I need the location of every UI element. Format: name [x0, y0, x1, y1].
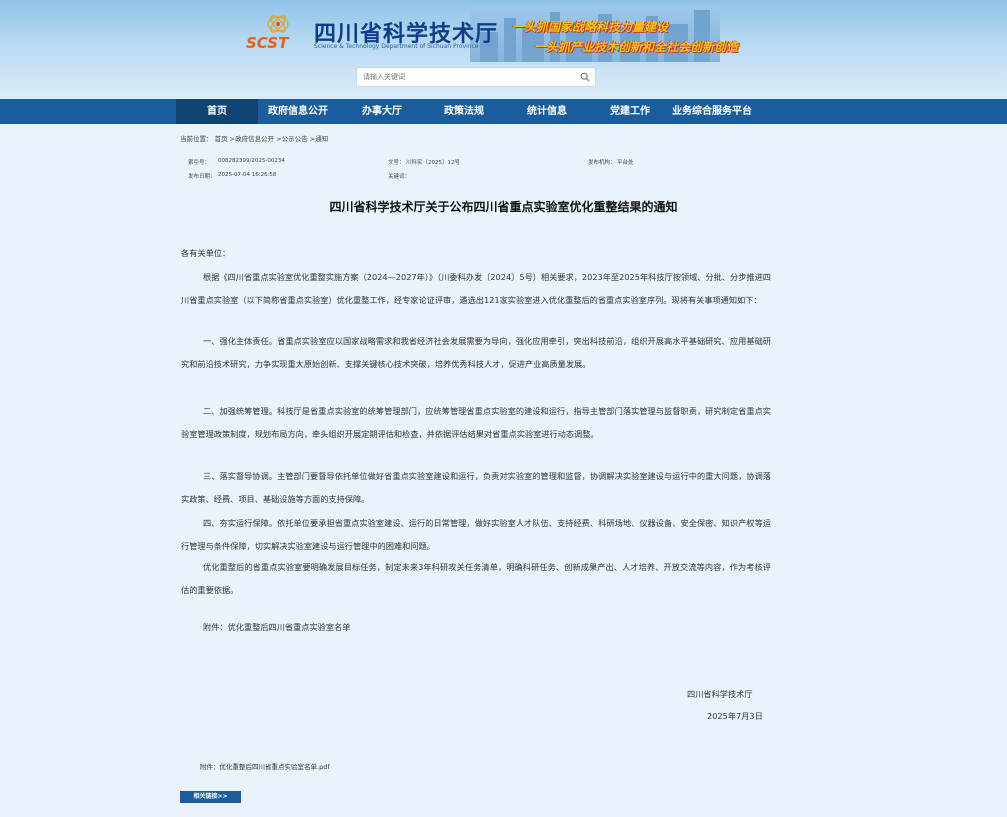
- paragraph-closing: 优化重整后的省重点实验室要明确发展目标任务，制定未来3年科研攻关任务清单，明确科…: [181, 562, 771, 596]
- header-banner: SCST 四川省科学技术厅 Science & Technology Depar…: [0, 0, 1007, 99]
- nav-item-business-platform[interactable]: 业务综合服务平台: [664, 99, 760, 124]
- paragraph-section-2: 二、加强统筹管理。科技厅是省重点实验室的统筹管理部门，应统筹管理省重点实验室的建…: [181, 406, 771, 440]
- publish-date-label: 发布日期：: [188, 174, 216, 180]
- related-links-button[interactable]: 相关链接>>: [180, 791, 241, 803]
- paragraph-intro: 根据《四川省重点实验室优化重整实施方案（2024—2027年）》（川委科办发〔2…: [181, 272, 771, 306]
- nav-item-party[interactable]: 党建工作: [589, 99, 671, 124]
- paragraph-section-4: 四、夯实运行保障。依托单位要承担省重点实验室建设、运行的日常管理，做好实验室人才…: [181, 518, 771, 552]
- doc-number-label: 文号：: [388, 160, 405, 166]
- breadcrumb-sep: >: [274, 135, 282, 143]
- breadcrumb-prefix: 当前位置：: [180, 135, 213, 143]
- main-nav: 首页 政府信息公开 办事大厅 政策法规 统计信息 党建工作 业务综合服务平台: [0, 99, 1007, 124]
- paragraph-section-3: 三、落实督导协调。主管部门要督导依托单位做好省重点实验室建设和运行，负责对实验室…: [181, 471, 771, 505]
- nav-item-policies[interactable]: 政策法规: [423, 99, 505, 124]
- article-title: 四川省科学技术厅关于公布四川省重点实验室优化重整结果的通知: [329, 200, 678, 214]
- signature-date: 2025年7月3日: [707, 711, 763, 721]
- nav-item-gov-info[interactable]: 政府信息公开: [257, 99, 339, 124]
- article-area: 当前位置： 首页 >政府信息公开 >公示公告 >通知 索引号： 00828239…: [0, 124, 1007, 817]
- breadcrumb: 当前位置： 首页 >政府信息公开 >公示公告 >通知: [180, 133, 328, 143]
- keywords-label: 关键词：: [388, 174, 411, 180]
- breadcrumb-sep: >: [227, 135, 236, 143]
- search-input[interactable]: [357, 68, 575, 86]
- breadcrumb-current[interactable]: 通知: [315, 135, 328, 143]
- search-box: [356, 67, 596, 87]
- paragraph-section-1: 一、强化主体责任。省重点实验室应以国家战略需求和我省经济社会发展需要为导向，强化…: [181, 336, 771, 370]
- scst-logo-icon[interactable]: SCST: [244, 10, 314, 52]
- breadcrumb-home[interactable]: 首页: [215, 135, 228, 143]
- index-value: 008282399/2025-00234: [218, 158, 285, 164]
- publisher-value: 平台处: [617, 160, 634, 166]
- publisher-label: 发布机构：: [588, 160, 616, 166]
- site-title-en: Science & Technology Department of Sichu…: [314, 43, 479, 50]
- index-label: 索引号：: [188, 160, 211, 166]
- publish-date-value: 2025-07-04 16:26:58: [218, 172, 277, 178]
- signature-org: 四川省科学技术厅: [687, 689, 753, 699]
- nav-item-home[interactable]: 首页: [176, 99, 258, 124]
- breadcrumb-notices[interactable]: 公示公告: [282, 135, 308, 143]
- attachment-pdf-link[interactable]: 附件：优化重整后四川省重点实验室名单.pdf: [200, 761, 330, 771]
- nav-item-statistics[interactable]: 统计信息: [506, 99, 588, 124]
- search-icon[interactable]: [580, 72, 590, 82]
- breadcrumb-gov-info[interactable]: 政府信息公开: [235, 135, 274, 143]
- doc-number-value: 川科实〔2025〕12号: [406, 160, 460, 166]
- nav-item-service-hall[interactable]: 办事大厅: [341, 99, 423, 124]
- attachment-note: 附件：优化重整后四川省重点实验室名单: [203, 622, 351, 632]
- salutation: 各有关单位：: [181, 248, 231, 258]
- logo-mark-text: SCST: [246, 34, 290, 52]
- slogan-line-1: 一头抓国家战略科技力量建设: [512, 20, 669, 34]
- slogan-line-2: 一头抓产业技术创新和全社会创新创造: [534, 40, 739, 54]
- breadcrumb-sep: >: [307, 135, 316, 143]
